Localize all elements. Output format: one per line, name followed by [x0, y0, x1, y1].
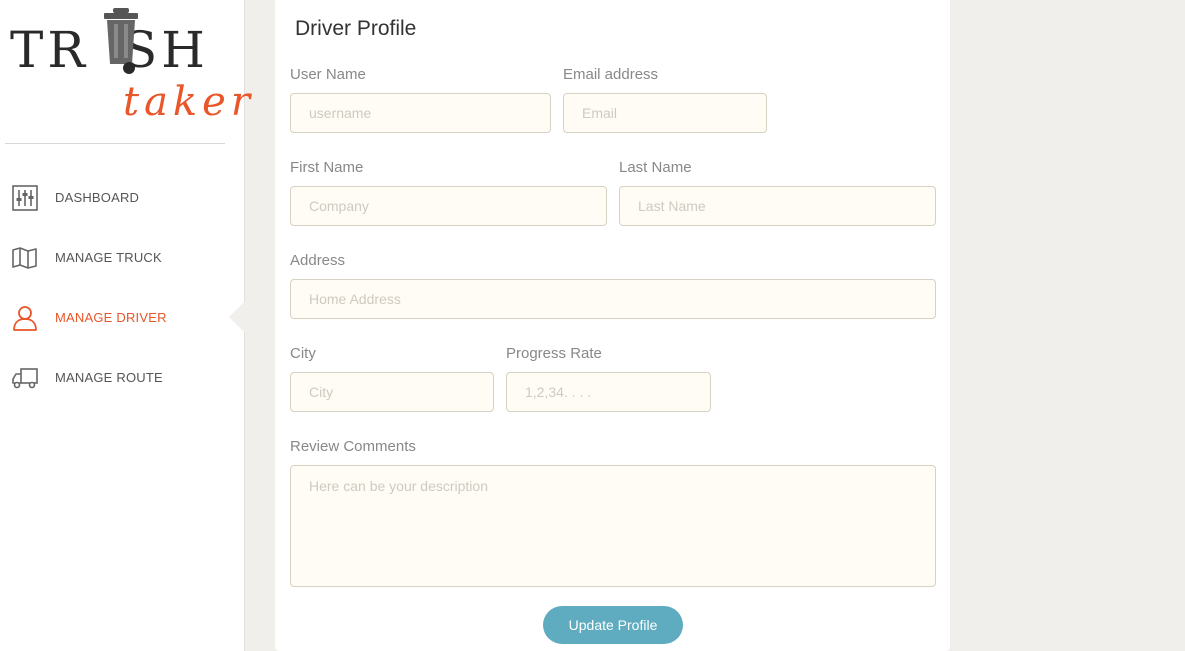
- sidebar-item-dashboard[interactable]: DASHBOARD: [0, 167, 244, 227]
- sidebar-item-label: MANAGE ROUTE: [55, 370, 163, 385]
- last-name-input[interactable]: [619, 186, 936, 226]
- first-name-input[interactable]: [290, 186, 607, 226]
- first-name-label: First Name: [290, 159, 364, 176]
- user-icon: [13, 306, 37, 331]
- username-input[interactable]: [290, 93, 551, 133]
- sidebar-item-manage-driver[interactable]: MANAGE DRIVER: [0, 287, 245, 347]
- sliders-icon: [12, 185, 38, 211]
- driver-profile-card: Driver Profile User Name Email address F…: [275, 0, 950, 651]
- username-label: User Name: [290, 66, 366, 83]
- email-input[interactable]: [563, 93, 767, 133]
- progress-rate-input[interactable]: [506, 372, 711, 412]
- city-label: City: [290, 345, 316, 362]
- map-icon: [12, 247, 37, 269]
- sidebar-item-manage-route[interactable]: MANAGE ROUTE: [0, 347, 244, 407]
- address-input[interactable]: [290, 279, 936, 319]
- progress-rate-field-group: Progress Rate: [506, 345, 711, 412]
- review-comments-label: Review Comments: [290, 438, 416, 455]
- email-field-group: Email address: [563, 66, 767, 133]
- address-field-group: Address: [290, 252, 936, 319]
- sidebar-item-label: DASHBOARD: [55, 190, 140, 205]
- sidebar: TR SH taker DASHBOARD MANAGE TRUCK MANAG…: [0, 0, 250, 651]
- progress-rate-label: Progress Rate: [506, 345, 602, 362]
- last-name-field-group: Last Name: [619, 159, 936, 226]
- review-comments-textarea[interactable]: [290, 465, 936, 587]
- sidebar-item-manage-truck[interactable]: MANAGE TRUCK: [0, 227, 244, 287]
- trash-can-logo-icon: [104, 8, 138, 74]
- city-field-group: City: [290, 345, 494, 412]
- last-name-label: Last Name: [619, 159, 692, 176]
- active-indicator-arrow: [229, 301, 245, 333]
- city-input[interactable]: [290, 372, 494, 412]
- first-name-field-group: First Name: [290, 159, 607, 226]
- sidebar-nav: DASHBOARD MANAGE TRUCK MANAGE DRIVER MAN…: [0, 167, 245, 407]
- truck-icon: [12, 368, 38, 389]
- page-title: Driver Profile: [295, 17, 417, 40]
- address-label: Address: [290, 252, 346, 269]
- logo-wordmark-taker: taker: [123, 79, 255, 125]
- sidebar-divider: [5, 143, 225, 144]
- username-field-group: User Name: [290, 66, 551, 133]
- sidebar-item-label: MANAGE DRIVER: [55, 310, 167, 325]
- review-comments-field-group: Review Comments: [290, 438, 936, 591]
- sidebar-item-label: MANAGE TRUCK: [55, 250, 162, 265]
- email-label: Email address: [563, 66, 659, 83]
- trash-taker-logo[interactable]: TR SH taker: [8, 6, 250, 131]
- update-profile-button[interactable]: Update Profile: [543, 606, 683, 644]
